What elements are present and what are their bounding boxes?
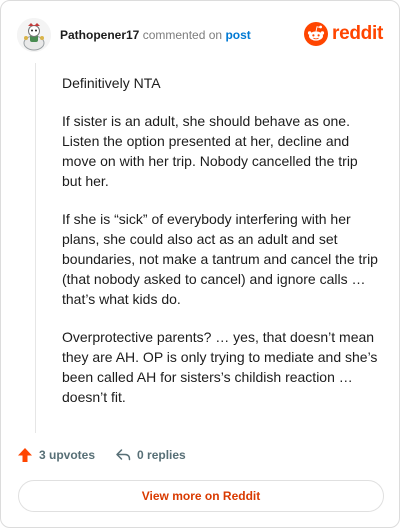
comment-paragraph: If sister is an adult, she should behave… bbox=[62, 113, 358, 189]
upvote-arrow-icon bbox=[18, 448, 32, 462]
reddit-wordmark: reddit bbox=[332, 23, 383, 44]
reply-count: 0 replies bbox=[137, 448, 186, 462]
reddit-logo[interactable]: reddit bbox=[304, 22, 383, 46]
post-link[interactable]: post bbox=[225, 28, 250, 42]
view-more-button[interactable]: View more on Reddit bbox=[18, 480, 384, 512]
comment-paragraph: If she is “sick” of everybody interferin… bbox=[62, 211, 378, 307]
comment-paragraph: Definitively NTA bbox=[62, 75, 161, 91]
comment-body: Definitively NTA If sister is an adult, … bbox=[62, 73, 378, 425]
comment-header: Pathopener17 commented on post reddit bbox=[17, 15, 383, 55]
comment-paragraph: Overprotective parents? … yes, that does… bbox=[62, 329, 378, 405]
comment-embed-card: Pathopener17 commented on post reddit De… bbox=[0, 0, 400, 528]
user-avatar[interactable] bbox=[17, 18, 51, 52]
username-link[interactable]: Pathopener17 bbox=[60, 28, 139, 42]
upvote-count: 3 upvotes bbox=[39, 448, 96, 462]
reply-arrow-icon bbox=[116, 449, 131, 461]
upvote-button[interactable]: 3 upvotes bbox=[17, 447, 95, 463]
thread-line bbox=[35, 63, 36, 433]
comment-meta: Pathopener17 commented on post bbox=[60, 27, 251, 43]
action-text: commented on bbox=[142, 28, 223, 42]
comment-actions: 3 upvotes 0 replies bbox=[17, 444, 186, 466]
replies-button[interactable]: 0 replies bbox=[115, 447, 186, 463]
reddit-snoo-icon bbox=[304, 22, 329, 46]
